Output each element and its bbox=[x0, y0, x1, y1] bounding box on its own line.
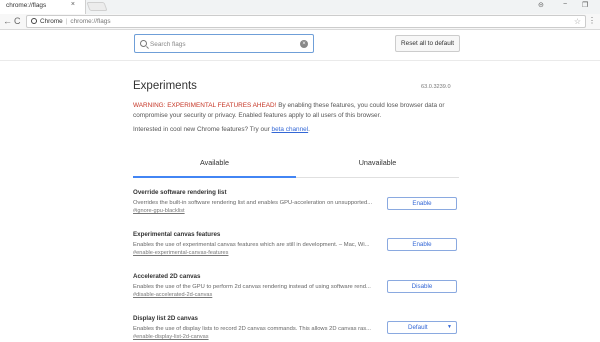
header-divider bbox=[0, 60, 600, 61]
experiment-disable-button[interactable]: Disable bbox=[387, 280, 457, 293]
tab-title: chrome://flags bbox=[6, 2, 47, 9]
page-title: Experiments bbox=[133, 80, 197, 92]
address-bar[interactable]: Chrome | chrome://flags ☆ bbox=[26, 15, 586, 28]
experiment-title: Accelerated 2D canvas bbox=[133, 273, 201, 280]
beta-promo-suffix: . bbox=[308, 126, 310, 133]
beta-promo-prefix: Interested in cool new Chrome features? … bbox=[133, 126, 272, 133]
browser-tab[interactable]: chrome://flags × bbox=[0, 0, 86, 14]
search-input[interactable] bbox=[150, 38, 298, 50]
minimize-icon[interactable]: − bbox=[563, 1, 567, 8]
experiment-enable-button[interactable]: Enable bbox=[387, 197, 457, 210]
clear-search-icon[interactable]: × bbox=[300, 40, 308, 48]
beta-channel-link[interactable]: beta channel bbox=[272, 126, 309, 133]
bookmark-star-icon[interactable]: ☆ bbox=[574, 17, 581, 26]
experiment-title: Experimental canvas features bbox=[133, 231, 221, 238]
url-text: chrome://flags bbox=[70, 18, 111, 25]
flags-tabs: Available Unavailable bbox=[133, 154, 459, 178]
experiment-description: Enables the use of experimental canvas f… bbox=[133, 242, 370, 248]
experiment-enable-button[interactable]: Enable bbox=[387, 238, 457, 251]
tab-available[interactable]: Available bbox=[133, 154, 296, 178]
experiment-description: Enables the use of the GPU to perform 2d… bbox=[133, 284, 371, 290]
chrome-info-icon bbox=[31, 18, 37, 24]
warning-text: WARNING: EXPERIMENTAL FEATURES AHEAD! By… bbox=[133, 101, 463, 121]
experiment-select-dropdown[interactable]: Default ▼ bbox=[387, 321, 457, 334]
back-icon[interactable]: ← bbox=[3, 16, 12, 26]
search-icon bbox=[140, 40, 147, 47]
experiment-item: Experimental canvas features Enables the… bbox=[133, 231, 459, 258]
dropdown-value: Default bbox=[408, 324, 428, 331]
chevron-down-icon: ▼ bbox=[447, 324, 452, 330]
beta-promo: Interested in cool new Chrome features? … bbox=[133, 126, 310, 133]
browser-toolbar: ← C Chrome | chrome://flags ☆ ⋮ bbox=[0, 14, 600, 30]
menu-icon[interactable]: ⋮ bbox=[588, 16, 596, 25]
experiment-item: Override software rendering list Overrid… bbox=[133, 189, 459, 216]
user-icon[interactable]: ⊝ bbox=[538, 1, 544, 9]
reload-icon[interactable]: C bbox=[14, 16, 21, 26]
experiment-item: Accelerated 2D canvas Enables the use of… bbox=[133, 273, 459, 300]
experiment-description: Enables the use of display lists to reco… bbox=[133, 326, 371, 332]
tab-strip: chrome://flags × ⊝ − ❐ bbox=[0, 0, 600, 14]
site-chip-label: Chrome bbox=[40, 18, 63, 25]
omnibox-separator: | bbox=[65, 18, 68, 25]
reset-all-button[interactable]: Reset all to default bbox=[395, 35, 460, 52]
warning-strong: WARNING: EXPERIMENTAL FEATURES AHEAD! bbox=[133, 102, 277, 109]
version-label: 63.0.3239.0 bbox=[421, 84, 451, 90]
close-tab-icon[interactable]: × bbox=[71, 1, 75, 8]
tab-unavailable[interactable]: Unavailable bbox=[296, 154, 459, 178]
experiment-description: Overrides the built-in software renderin… bbox=[133, 200, 373, 206]
search-box[interactable]: × bbox=[134, 34, 314, 53]
new-tab-button[interactable] bbox=[86, 2, 108, 11]
maximize-icon[interactable]: ❐ bbox=[582, 1, 588, 9]
experiment-title: Override software rendering list bbox=[133, 189, 227, 196]
